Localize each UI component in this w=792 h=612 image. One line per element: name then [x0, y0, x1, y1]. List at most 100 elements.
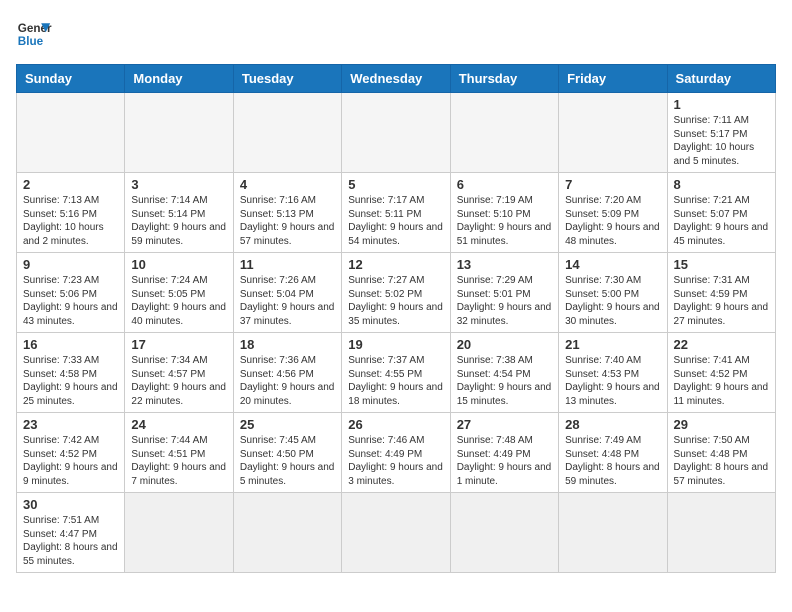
day-cell: 14Sunrise: 7:30 AM Sunset: 5:00 PM Dayli…: [559, 253, 667, 333]
day-info: Sunrise: 7:45 AM Sunset: 4:50 PM Dayligh…: [240, 434, 335, 488]
day-info: Sunrise: 7:49 AM Sunset: 4:48 PM Dayligh…: [565, 434, 660, 488]
svg-text:Blue: Blue: [18, 35, 44, 48]
day-header-monday: Monday: [125, 65, 233, 93]
day-cell: 20 Sunrise: 7:38 AM Sunset: 4:54 PM Dayli…: [450, 333, 558, 413]
week-row-5: 23Sunrise: 7:42 AM Sunset: 4:52 PM Dayli…: [17, 413, 776, 493]
day-number: 11: [240, 257, 335, 272]
day-info: Sunrise: 7:41 AM Sunset: 4:52 PM Dayligh…: [674, 354, 769, 408]
day-cell: 29Sunrise: 7:50 AM Sunset: 4:48 PM Dayli…: [667, 413, 775, 493]
day-header-wednesday: Wednesday: [342, 65, 450, 93]
day-info: Sunrise: 7:46 AM Sunset: 4:49 PM Dayligh…: [348, 434, 443, 488]
day-number: 14: [565, 257, 660, 272]
day-info: Sunrise: 7:24 AM Sunset: 5:05 PM Dayligh…: [131, 274, 226, 328]
day-info: Sunrise: 7:40 AM Sunset: 4:53 PM Dayligh…: [565, 354, 660, 408]
day-info: Sunrise: 7:17 AM Sunset: 5:11 PM Dayligh…: [348, 194, 443, 248]
day-header-friday: Friday: [559, 65, 667, 93]
day-cell: [233, 493, 341, 573]
week-row-6: 30 Sunrise: 7:51 AM Sunset: 4:47 PM Dayli…: [17, 493, 776, 573]
day-cell: 7 Sunrise: 7:20 AM Sunset: 5:09 PM Daylig…: [559, 173, 667, 253]
day-number: 22: [674, 337, 769, 352]
day-cell: 13 Sunrise: 7:29 AM Sunset: 5:01 PM Dayli…: [450, 253, 558, 333]
day-info: Sunrise: 7:33 AM Sunset: 4:58 PM Dayligh…: [23, 354, 118, 408]
day-info: Sunrise: 7:42 AM Sunset: 4:52 PM Dayligh…: [23, 434, 118, 488]
day-info: Sunrise: 7:31 AM Sunset: 4:59 PM Dayligh…: [674, 274, 769, 328]
day-cell: 2 Sunrise: 7:13 AM Sunset: 5:16 PM Daylig…: [17, 173, 125, 253]
day-cell: 11 Sunrise: 7:26 AM Sunset: 5:04 PM Dayli…: [233, 253, 341, 333]
day-info: Sunrise: 7:20 AM Sunset: 5:09 PM Dayligh…: [565, 194, 660, 248]
day-cell: 28 Sunrise: 7:49 AM Sunset: 4:48 PM Dayli…: [559, 413, 667, 493]
day-cell: 26 Sunrise: 7:46 AM Sunset: 4:49 PM Dayli…: [342, 413, 450, 493]
day-info: Sunrise: 7:48 AM Sunset: 4:49 PM Dayligh…: [457, 434, 552, 488]
day-number: 9: [23, 257, 118, 272]
day-header-tuesday: Tuesday: [233, 65, 341, 93]
day-number: 7: [565, 177, 660, 192]
day-number: 26: [348, 417, 443, 432]
day-number: 30: [23, 497, 118, 512]
day-cell: 3Sunrise: 7:14 AM Sunset: 5:14 PM Daylig…: [125, 173, 233, 253]
day-info: Sunrise: 7:21 AM Sunset: 5:07 PM Dayligh…: [674, 194, 769, 248]
day-cell: [233, 93, 341, 173]
day-number: 28: [565, 417, 660, 432]
day-cell: [559, 93, 667, 173]
day-cell: 8Sunrise: 7:21 AM Sunset: 5:07 PM Daylig…: [667, 173, 775, 253]
week-row-4: 16 Sunrise: 7:33 AM Sunset: 4:58 PM Dayli…: [17, 333, 776, 413]
day-info: Sunrise: 7:38 AM Sunset: 4:54 PM Dayligh…: [457, 354, 552, 408]
day-number: 2: [23, 177, 118, 192]
day-cell: 1Sunrise: 7:11 AM Sunset: 5:17 PM Daylig…: [667, 93, 775, 173]
calendar-body: 1Sunrise: 7:11 AM Sunset: 5:17 PM Daylig…: [17, 93, 776, 573]
day-info: Sunrise: 7:27 AM Sunset: 5:02 PM Dayligh…: [348, 274, 443, 328]
day-cell: 24 Sunrise: 7:44 AM Sunset: 4:51 PM Dayli…: [125, 413, 233, 493]
day-number: 12: [348, 257, 443, 272]
day-info: Sunrise: 7:34 AM Sunset: 4:57 PM Dayligh…: [131, 354, 226, 408]
day-cell: [17, 93, 125, 173]
day-cell: [450, 93, 558, 173]
day-number: 17: [131, 337, 226, 352]
day-cell: 17 Sunrise: 7:34 AM Sunset: 4:57 PM Dayli…: [125, 333, 233, 413]
day-cell: 25Sunrise: 7:45 AM Sunset: 4:50 PM Dayli…: [233, 413, 341, 493]
day-info: Sunrise: 7:16 AM Sunset: 5:13 PM Dayligh…: [240, 194, 335, 248]
day-cell: [450, 493, 558, 573]
day-info: Sunrise: 7:36 AM Sunset: 4:56 PM Dayligh…: [240, 354, 335, 408]
day-info: Sunrise: 7:37 AM Sunset: 4:55 PM Dayligh…: [348, 354, 443, 408]
day-info: Sunrise: 7:13 AM Sunset: 5:16 PM Dayligh…: [23, 194, 118, 248]
day-cell: 6 Sunrise: 7:19 AM Sunset: 5:10 PM Daylig…: [450, 173, 558, 253]
logo: General Blue: [16, 16, 52, 52]
page-header: General Blue: [16, 16, 776, 52]
day-cell: 4 Sunrise: 7:16 AM Sunset: 5:13 PM Daylig…: [233, 173, 341, 253]
day-cell: 5 Sunrise: 7:17 AM Sunset: 5:11 PM Daylig…: [342, 173, 450, 253]
day-header-thursday: Thursday: [450, 65, 558, 93]
day-number: 20: [457, 337, 552, 352]
day-number: 6: [457, 177, 552, 192]
day-info: Sunrise: 7:29 AM Sunset: 5:01 PM Dayligh…: [457, 274, 552, 328]
day-cell: [342, 493, 450, 573]
day-number: 1: [674, 97, 769, 112]
day-number: 10: [131, 257, 226, 272]
day-number: 16: [23, 337, 118, 352]
day-number: 24: [131, 417, 226, 432]
day-cell: 23Sunrise: 7:42 AM Sunset: 4:52 PM Dayli…: [17, 413, 125, 493]
calendar-table: SundayMondayTuesdayWednesdayThursdayFrid…: [16, 64, 776, 573]
day-number: 4: [240, 177, 335, 192]
day-number: 5: [348, 177, 443, 192]
logo-icon: General Blue: [16, 16, 52, 52]
day-cell: 16 Sunrise: 7:33 AM Sunset: 4:58 PM Dayli…: [17, 333, 125, 413]
day-number: 27: [457, 417, 552, 432]
day-info: Sunrise: 7:51 AM Sunset: 4:47 PM Dayligh…: [23, 514, 118, 568]
day-info: Sunrise: 7:44 AM Sunset: 4:51 PM Dayligh…: [131, 434, 226, 488]
day-info: Sunrise: 7:50 AM Sunset: 4:48 PM Dayligh…: [674, 434, 769, 488]
day-number: 21: [565, 337, 660, 352]
day-cell: 10 Sunrise: 7:24 AM Sunset: 5:05 PM Dayli…: [125, 253, 233, 333]
day-info: Sunrise: 7:26 AM Sunset: 5:04 PM Dayligh…: [240, 274, 335, 328]
day-header-saturday: Saturday: [667, 65, 775, 93]
day-cell: [342, 93, 450, 173]
day-cell: 19 Sunrise: 7:37 AM Sunset: 4:55 PM Dayli…: [342, 333, 450, 413]
day-header-sunday: Sunday: [17, 65, 125, 93]
day-cell: 22 Sunrise: 7:41 AM Sunset: 4:52 PM Dayli…: [667, 333, 775, 413]
day-headers-row: SundayMondayTuesdayWednesdayThursdayFrid…: [17, 65, 776, 93]
day-number: 13: [457, 257, 552, 272]
calendar-header: SundayMondayTuesdayWednesdayThursdayFrid…: [17, 65, 776, 93]
day-number: 19: [348, 337, 443, 352]
day-info: Sunrise: 7:19 AM Sunset: 5:10 PM Dayligh…: [457, 194, 552, 248]
day-number: 15: [674, 257, 769, 272]
week-row-3: 9Sunrise: 7:23 AM Sunset: 5:06 PM Daylig…: [17, 253, 776, 333]
